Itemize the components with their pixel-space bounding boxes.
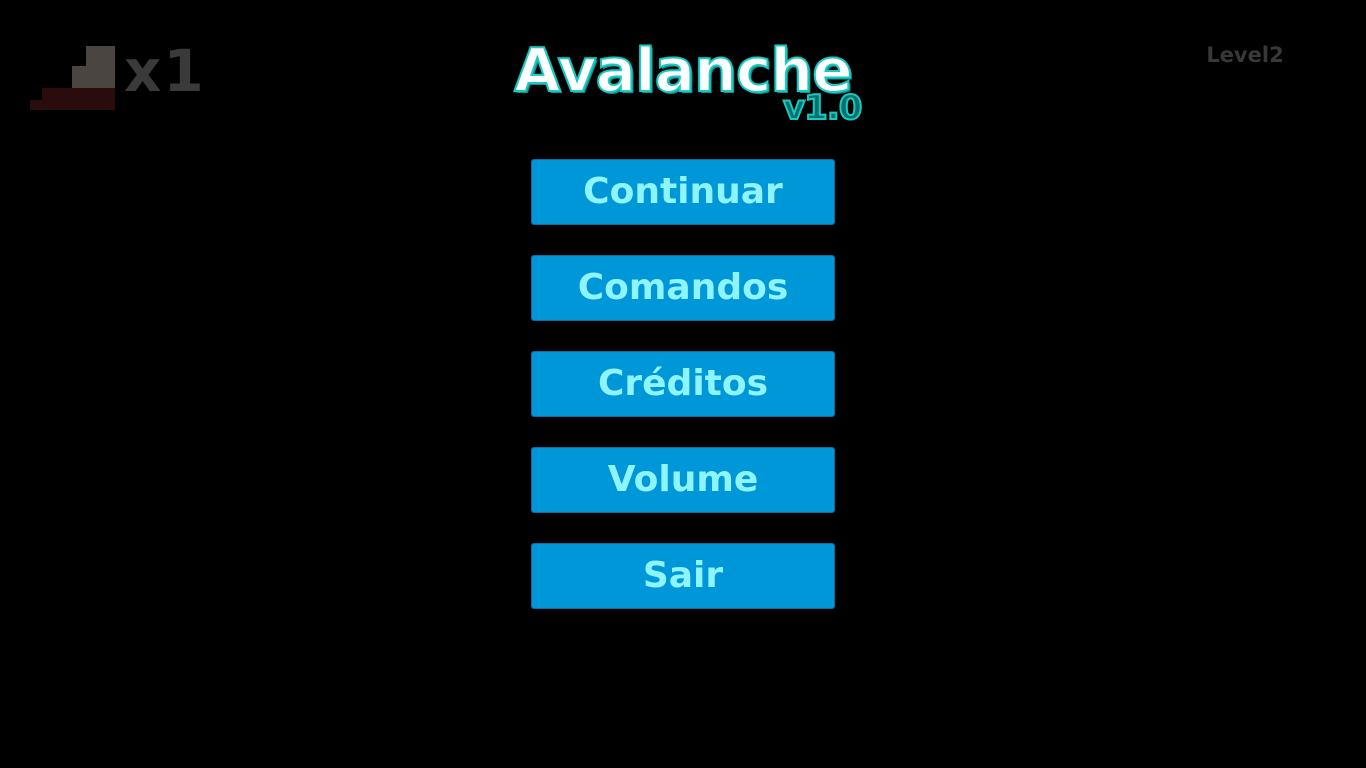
credits-button[interactable]: Créditos [531, 351, 835, 417]
title-logo: Avalanche v1.0 [483, 30, 883, 130]
game-version: v1.0 [782, 87, 863, 129]
lives-indicator: x1 [30, 38, 210, 110]
level-label: Level2 [1206, 43, 1284, 67]
main-menu: Continuar Comandos Créditos Volume Sair [531, 159, 835, 639]
continue-button[interactable]: Continuar [531, 159, 835, 225]
volume-button[interactable]: Volume [531, 447, 835, 513]
controls-button[interactable]: Comandos [531, 255, 835, 321]
quit-button[interactable]: Sair [531, 543, 835, 609]
lives-count: x1 [124, 37, 206, 105]
